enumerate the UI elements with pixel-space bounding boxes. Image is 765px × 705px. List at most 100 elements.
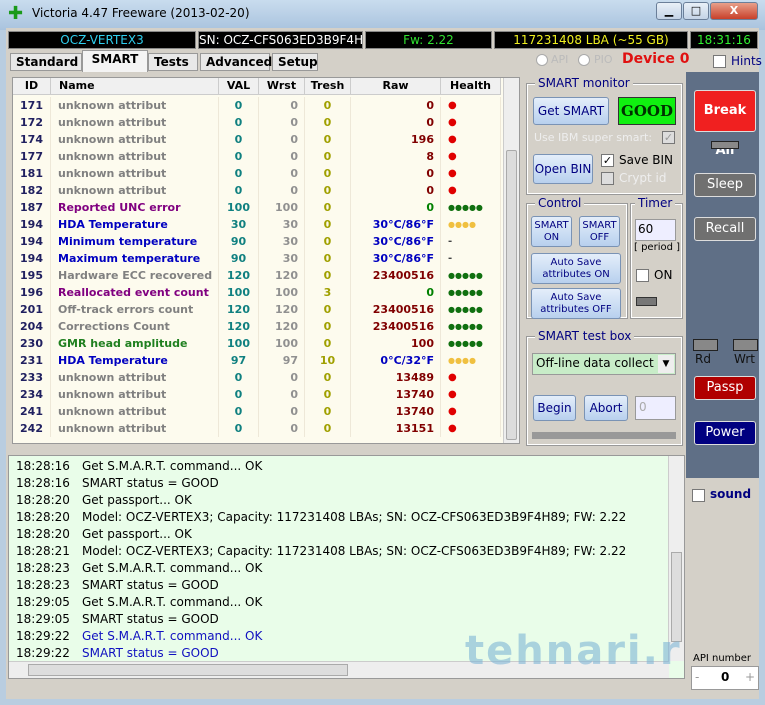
pio-radio[interactable]	[578, 54, 590, 66]
cell-name: Reallocated event count	[51, 284, 219, 301]
auto-save-on-button[interactable]: Auto Save attributes ON	[531, 253, 621, 284]
open-bin-button[interactable]: Open BIN	[533, 154, 593, 184]
cell-tresh: 0	[305, 165, 351, 182]
increment-button[interactable]: +	[745, 670, 755, 684]
timer-on-checkbox[interactable]	[636, 269, 649, 282]
cell-id: 172	[13, 114, 51, 131]
hints-checkbox[interactable]	[713, 55, 726, 68]
column-header-id[interactable]: ID	[13, 78, 51, 95]
tab-tests[interactable]: Tests	[148, 53, 198, 71]
cell-raw: 23400516	[351, 267, 441, 284]
cell-raw: 196	[351, 131, 441, 148]
tab-advanced[interactable]: Advanced	[200, 53, 272, 71]
column-header-tresh[interactable]: Tresh	[305, 78, 351, 95]
cell-wrst: 100	[259, 284, 305, 301]
abort-button[interactable]: Abort	[584, 395, 628, 421]
cell-val: 0	[219, 369, 259, 386]
table-row[interactable]: 231 HDA Temperature 97 97 10 0°C/32°F ●●●●	[13, 352, 503, 369]
cell-raw: 13740	[351, 403, 441, 420]
tab-standard[interactable]: Standard	[10, 53, 82, 71]
table-row[interactable]: 196 Reallocated event count 100 100 3 0 ●●●●●	[13, 284, 503, 301]
table-row[interactable]: 172 unknown attribut 0 0 0 0 ●	[13, 114, 503, 131]
timer-input[interactable]: 60	[635, 219, 676, 241]
cell-wrst: 0	[259, 114, 305, 131]
table-row[interactable]: 234 unknown attribut 0 0 0 13740 ●	[13, 386, 503, 403]
begin-button[interactable]: Begin	[533, 395, 576, 421]
close-button[interactable]: X	[710, 2, 758, 20]
table-row[interactable]: 182 unknown attribut 0 0 0 0 ●	[13, 182, 503, 199]
cell-health: ●	[441, 97, 501, 114]
break-all-button[interactable]: Break All	[694, 90, 756, 158]
maximize-button[interactable]: □	[683, 2, 709, 20]
log-time: 18:28:16	[16, 459, 70, 473]
chevron-down-icon[interactable]: ▼	[658, 355, 674, 373]
column-header-name[interactable]: Name	[51, 78, 219, 95]
save-bin-checkbox[interactable]: ✓	[601, 154, 614, 167]
save-bin-label: Save BIN	[619, 153, 674, 167]
table-row[interactable]: 187 Reported UNC error 100 100 0 0 ●●●●●	[13, 199, 503, 216]
log-hscroll-thumb[interactable]	[28, 664, 348, 676]
ibm-super-smart-checkbox[interactable]: ✓	[662, 131, 675, 144]
auto-save-off-button[interactable]: Auto Save attributes OFF	[531, 288, 621, 319]
table-row[interactable]: 242 unknown attribut 0 0 0 13151 ●	[13, 420, 503, 437]
table-scrollbar[interactable]	[503, 78, 519, 443]
tab-setup[interactable]: Setup	[272, 53, 318, 71]
column-header-raw[interactable]: Raw	[351, 78, 441, 95]
cell-wrst: 0	[259, 148, 305, 165]
log-line: 18:28:23 SMART status = GOOD	[16, 577, 219, 594]
tab-smart[interactable]: SMART	[82, 50, 148, 72]
column-header-health[interactable]: Health	[441, 78, 501, 95]
cell-name: unknown attribut	[51, 97, 219, 114]
cell-name: unknown attribut	[51, 131, 219, 148]
log-line: 18:29:22 SMART status = GOOD	[16, 645, 219, 662]
table-row[interactable]: 171 unknown attribut 0 0 0 0 ●	[13, 97, 503, 114]
table-row[interactable]: 194 Minimum temperature 90 30 0 30°C/86°F -	[13, 233, 503, 250]
column-header-val[interactable]: VAL	[219, 78, 259, 95]
decrement-button[interactable]: -	[695, 670, 699, 684]
column-header-wrst[interactable]: Wrst	[259, 78, 305, 95]
api-number-stepper[interactable]: - 0 +	[691, 666, 759, 690]
table-scroll-thumb[interactable]	[506, 150, 517, 440]
cell-raw: 0	[351, 199, 441, 216]
table-row[interactable]: 204 Corrections Count 120 120 0 23400516 ●●●●●	[13, 318, 503, 335]
cell-tresh: 0	[305, 369, 351, 386]
cell-id: 177	[13, 148, 51, 165]
smart-on-button[interactable]: SMART ON	[531, 216, 572, 247]
table-row[interactable]: 233 unknown attribut 0 0 0 13489 ●	[13, 369, 503, 386]
table-row[interactable]: 194 HDA Temperature 30 30 0 30°C/86°F ●●●●	[13, 216, 503, 233]
table-row[interactable]: 230 GMR head amplitude 100 100 0 100 ●●●●●	[13, 335, 503, 352]
cell-health: ●	[441, 403, 501, 420]
table-row[interactable]: 181 unknown attribut 0 0 0 0 ●	[13, 165, 503, 182]
cell-raw: 0	[351, 165, 441, 182]
cell-raw: 23400516	[351, 318, 441, 335]
sound-checkbox[interactable]	[692, 489, 705, 502]
cell-id: 187	[13, 199, 51, 216]
log-message: Model: OCZ-VERTEX3; Capacity: 117231408 …	[82, 510, 627, 524]
recall-button[interactable]: Recall	[694, 217, 756, 241]
passport-button[interactable]: Passp	[694, 376, 756, 400]
cell-val: 30	[219, 216, 259, 233]
cell-health: ●	[441, 148, 501, 165]
table-row[interactable]: 194 Maximum temperature 90 30 0 30°C/86°F -	[13, 250, 503, 267]
table-row[interactable]: 195 Hardware ECC recovered 120 120 0 23400516…	[13, 267, 503, 284]
log-message: SMART status = GOOD	[82, 612, 219, 626]
table-row[interactable]: 177 unknown attribut 0 0 0 8 ●	[13, 148, 503, 165]
table-row[interactable]: 201 Off-track errors count 120 120 0 23400516…	[13, 301, 503, 318]
table-row[interactable]: 241 unknown attribut 0 0 0 13740 ●	[13, 403, 503, 420]
minimize-button[interactable]: ▁	[656, 2, 682, 20]
cell-wrst: 30	[259, 233, 305, 250]
table-row[interactable]: 174 unknown attribut 0 0 0 196 ●	[13, 131, 503, 148]
sleep-button[interactable]: Sleep	[694, 173, 756, 197]
power-button[interactable]: Power	[694, 421, 756, 445]
smart-off-button[interactable]: SMART OFF	[579, 216, 620, 247]
test-type-select[interactable]: Off-line data collect ▼	[532, 353, 676, 375]
api-number-value[interactable]: 0	[721, 670, 729, 684]
get-smart-button[interactable]: Get SMART	[533, 97, 609, 125]
log-line: 18:29:05 SMART status = GOOD	[16, 611, 219, 628]
crypt-id-checkbox[interactable]	[601, 172, 614, 185]
cell-val: 90	[219, 233, 259, 250]
cell-wrst: 0	[259, 369, 305, 386]
test-progress-input[interactable]: 0	[635, 396, 676, 420]
cell-tresh: 3	[305, 284, 351, 301]
api-radio[interactable]	[536, 54, 548, 66]
